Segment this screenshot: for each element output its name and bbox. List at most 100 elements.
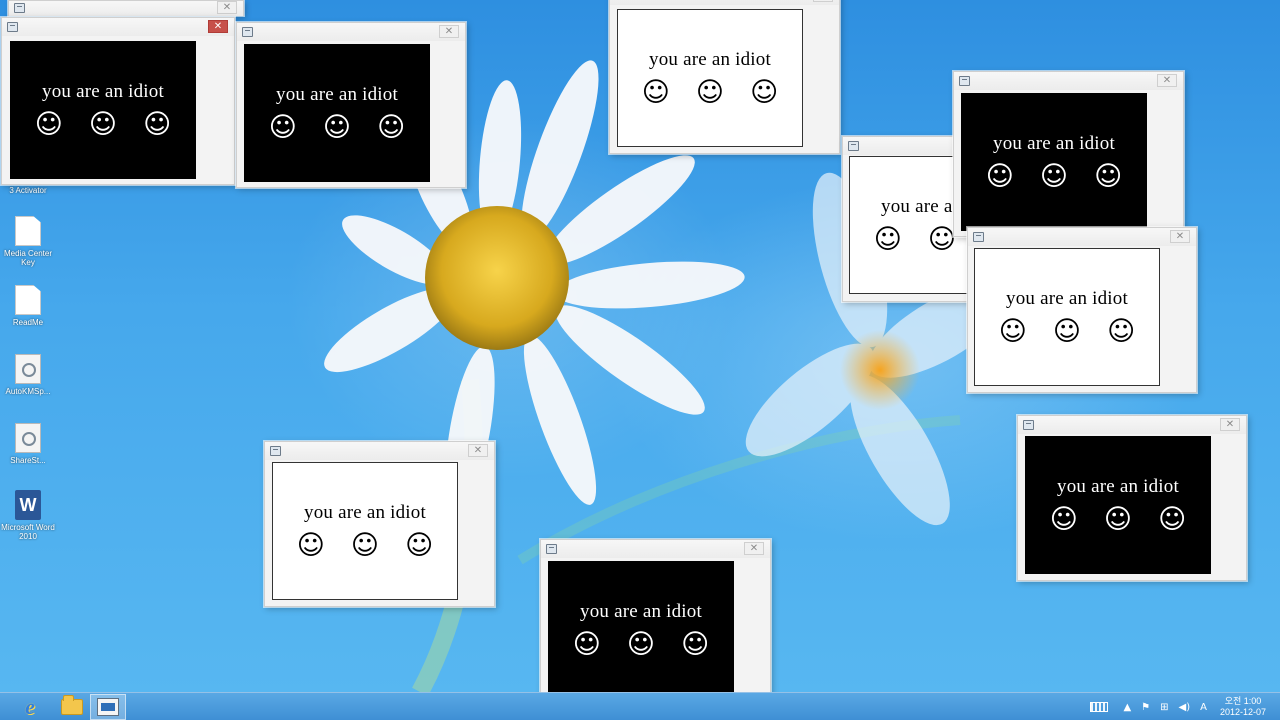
smiley-icon: ☺ (1094, 161, 1123, 192)
touch-keyboard-icon[interactable] (1090, 702, 1109, 712)
app-icon (242, 27, 253, 37)
smiley-icon: ☺ (695, 77, 725, 108)
popup-window-behind[interactable]: ✕ (8, 0, 244, 16)
clock-date: 2012-12-07 (1219, 707, 1266, 717)
smiley-icon: ☺ (143, 109, 172, 140)
popup-window-9[interactable]: ✕ you are an idiot ☺ ☺ ☺ (540, 539, 771, 692)
desktop-icon-word-2010[interactable]: W Microsoft Word 2010 (0, 490, 56, 541)
app-icon (848, 141, 859, 151)
popup-window-7[interactable]: ✕ you are an idiot ☺ ☺ ☺ (1017, 415, 1247, 581)
close-button[interactable]: ✕ (468, 444, 488, 457)
smiley-icon: ☺ (377, 112, 406, 143)
popup-titlebar[interactable]: ✕ (9, 1, 243, 16)
volume-icon[interactable]: ◀) (1179, 702, 1191, 713)
smiley-icon: ☺ (296, 530, 325, 561)
smiley-icon: ☺ (572, 629, 601, 660)
smiley-icon: ☺ (350, 530, 380, 561)
smiley-icon: ☺ (927, 224, 957, 255)
close-button[interactable]: ✕ (1157, 74, 1177, 87)
close-button[interactable]: ✕ (217, 1, 237, 14)
popup-titlebar[interactable]: ✕ (265, 442, 494, 460)
desktop-icon-autokms[interactable]: AutoKMSp... (0, 354, 56, 396)
desktop-icon-label: AutoKMSp... (5, 387, 51, 396)
smiley-icon: ☺ (34, 109, 63, 140)
close-button[interactable]: ✕ (744, 542, 764, 555)
desktop-icon-readme[interactable]: ReadMe (0, 285, 56, 327)
app-icon (270, 446, 281, 456)
popup-titlebar[interactable]: ✕ (541, 540, 770, 558)
smiley-icon: ☺ (1052, 316, 1082, 347)
smiley-icon: ☺ (985, 161, 1014, 192)
popup-message: you are an idiot (276, 84, 398, 105)
smiley-row: ☺ ☺ ☺ (999, 318, 1135, 346)
popup-content: you are an idiot ☺ ☺ ☺ (961, 93, 1147, 231)
smiley-row: ☺ ☺ ☺ (986, 163, 1122, 191)
close-button[interactable]: ✕ (1170, 230, 1190, 243)
close-button[interactable]: ✕ (208, 20, 228, 33)
app-icon (973, 232, 984, 242)
smiley-icon: ☺ (750, 77, 779, 108)
smiley-icon: ☺ (1107, 316, 1136, 347)
smiley-row: ☺ ☺ ☺ (269, 114, 405, 142)
smiley-icon: ☺ (998, 316, 1027, 347)
popup-window-3[interactable]: ✕ you are an idiot ☺ ☺ ☺ (609, 0, 840, 154)
desktop-icon-label: 3 Activator (9, 186, 47, 195)
popup-content: you are an idiot ☺ ☺ ☺ (974, 248, 1160, 386)
popup-titlebar[interactable]: ✕ (610, 0, 839, 5)
action-center-flag-icon[interactable]: ⚑ (1141, 702, 1150, 713)
close-button[interactable]: ✕ (1220, 418, 1240, 431)
desktop-icon-label: ReadMe (12, 318, 44, 327)
executable-icon (15, 423, 41, 453)
smiley-icon: ☺ (1049, 504, 1078, 535)
app-icon (1023, 420, 1034, 430)
desktop-icon-media-center-key[interactable]: Media Center Key (0, 216, 56, 267)
file-icon (15, 285, 41, 315)
popup-titlebar[interactable]: ✕ (2, 18, 234, 36)
popup-content: you are an idiot ☺ ☺ ☺ (617, 9, 803, 147)
popup-message: you are an idiot (1057, 476, 1179, 497)
close-button[interactable]: ✕ (439, 25, 459, 38)
popup-titlebar[interactable]: ✕ (237, 23, 465, 41)
taskbar-popup-app[interactable] (90, 694, 126, 720)
popup-window-6[interactable]: ✕ you are an idiot ☺ ☺ ☺ (967, 227, 1197, 393)
desktop-icon-label: ShareSt... (10, 456, 46, 465)
folder-icon (61, 695, 83, 715)
desktop-icon-sharest[interactable]: ShareSt... (0, 423, 56, 465)
desktop-icon-label: Media Center Key (3, 249, 53, 267)
desktop-icon-activator[interactable]: 3 Activator (0, 186, 56, 195)
popup-titlebar[interactable]: ✕ (954, 72, 1183, 90)
taskbar-internet-explorer[interactable]: e (12, 694, 48, 720)
popup-content: you are an idiot ☺ ☺ ☺ (272, 462, 458, 600)
popup-titlebar[interactable]: ✕ (968, 228, 1196, 246)
popup-content: you are an idiot ☺ ☺ ☺ (244, 44, 430, 182)
smiley-icon: ☺ (322, 112, 352, 143)
smiley-row: ☺ ☺ ☺ (573, 631, 709, 659)
popup-window-8[interactable]: ✕ you are an idiot ☺ ☺ ☺ (264, 441, 495, 607)
clock[interactable]: 오전 1:00 2012-12-07 (1220, 696, 1266, 718)
smiley-icon: ☺ (681, 629, 710, 660)
desktop: 3 Activator Media Center Key ReadMe Auto… (0, 0, 1280, 692)
app-icon (959, 76, 970, 86)
popup-window-1[interactable]: ✕ you are an idiot ☺ ☺ ☺ (1, 17, 235, 185)
popup-content: you are an idiot ☺ ☺ ☺ (548, 561, 734, 692)
input-method-indicator[interactable]: A (1200, 702, 1207, 713)
smiley-icon: ☺ (88, 109, 118, 140)
app-icon (14, 3, 25, 13)
close-button[interactable]: ✕ (813, 0, 833, 2)
show-hidden-icons-chevron-icon[interactable]: ▲ (1123, 702, 1131, 713)
desktop-icon-label: Microsoft Word 2010 (1, 523, 55, 541)
taskbar: e ▲ ⚑ ⊞ ◀) A 오전 1:00 2012-12-07 (0, 692, 1280, 720)
smiley-row: ☺ ☺ ☺ (35, 111, 171, 139)
popup-window-5[interactable]: ✕ you are an idiot ☺ ☺ ☺ (953, 71, 1184, 237)
smiley-icon: ☺ (405, 530, 434, 561)
smiley-icon: ☺ (1103, 504, 1133, 535)
app-icon (546, 544, 557, 554)
popup-titlebar[interactable]: ✕ (1018, 416, 1246, 434)
taskbar-file-explorer[interactable] (54, 694, 90, 720)
smiley-icon: ☺ (873, 224, 902, 255)
popup-window-2[interactable]: ✕ you are an idiot ☺ ☺ ☺ (236, 22, 466, 188)
smiley-row: ☺ ☺ ☺ (1050, 506, 1186, 534)
popup-message: you are an idiot (580, 601, 702, 622)
word-icon-letter: W (19, 495, 37, 515)
network-icon[interactable]: ⊞ (1160, 702, 1168, 713)
